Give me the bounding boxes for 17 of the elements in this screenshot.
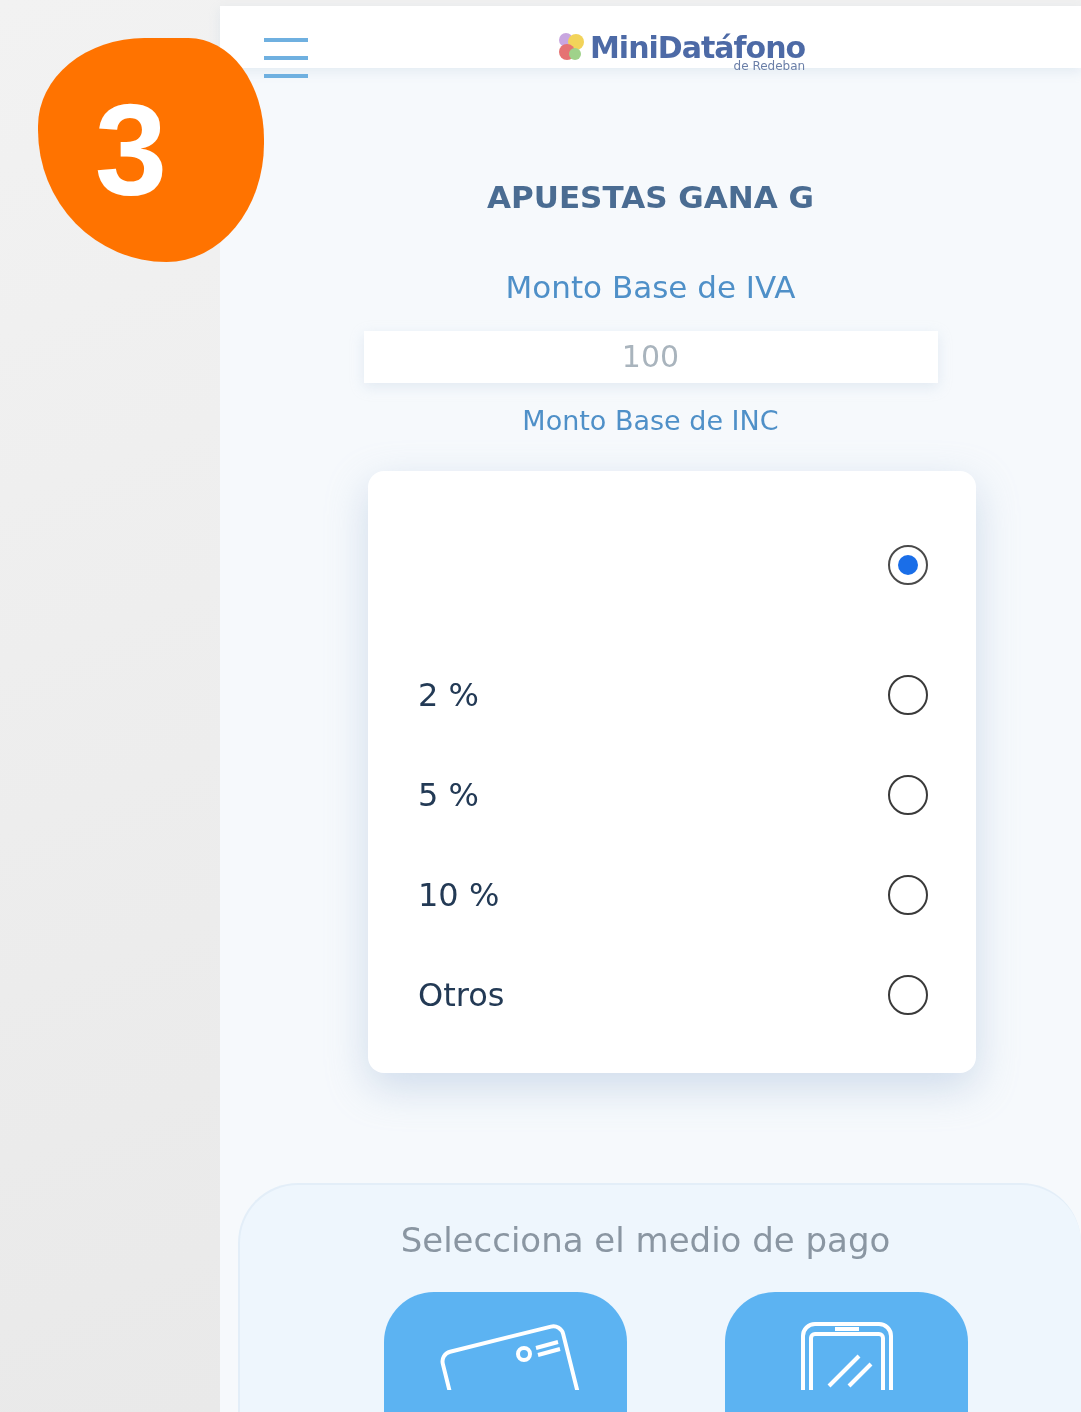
input-field[interactable]: 100 — [363, 330, 938, 383]
field-label: Monto Base de IVA — [504, 268, 797, 307]
radio-button[interactable] — [888, 975, 928, 1015]
panel-title: Selecciona el medio de pago — [399, 1219, 892, 1262]
options-label: Monto Base de INC — [521, 403, 780, 438]
radio-button[interactable] — [888, 545, 928, 585]
radio-button[interactable] — [888, 675, 928, 715]
option-label: 10 % — [418, 875, 500, 916]
phone-icon — [798, 1320, 895, 1390]
option-label: 5 % — [418, 775, 479, 816]
logo-subtext: de Redeban — [733, 59, 806, 75]
option-label: 2 % — [418, 675, 479, 716]
option-label: Otros — [418, 975, 505, 1016]
radio-button[interactable] — [888, 875, 928, 915]
radio-button[interactable] — [888, 775, 928, 815]
step-number-badge: 3 — [38, 38, 264, 262]
merchant-name: APUESTAS GANA G — [486, 177, 815, 217]
